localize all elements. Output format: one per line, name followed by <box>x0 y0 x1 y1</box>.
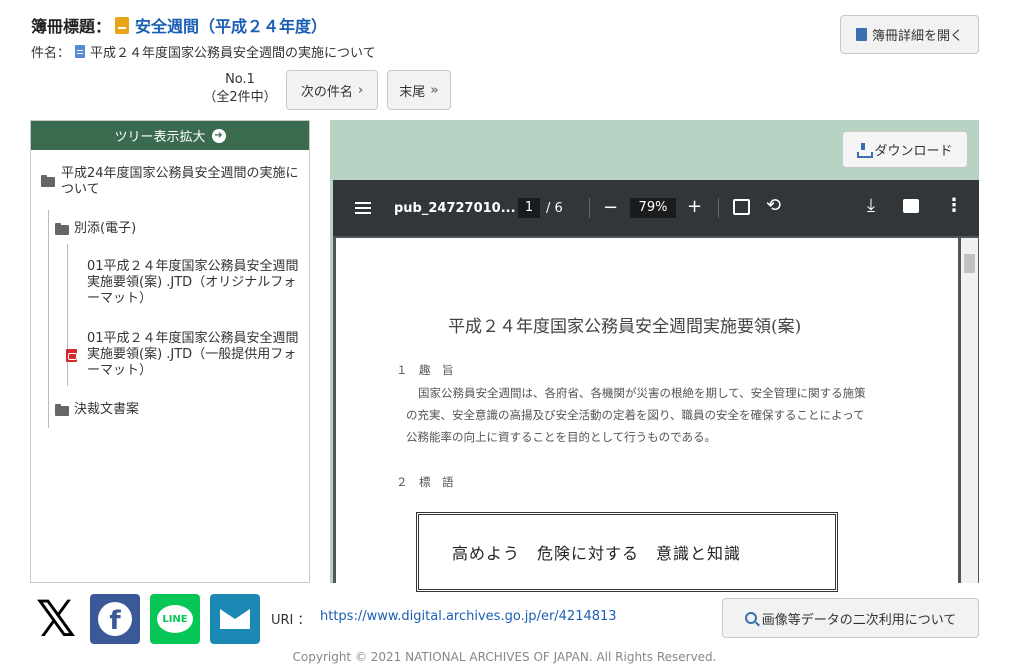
section-1-line-1: 国家公務員安全週間は、各府省、各機関が災害の根絶を期して、安全管理に関する施策 <box>418 386 866 400</box>
tree-item-original-format[interactable]: 01平成２４年度国家公務員安全週間実施要領(案) .JTD（オリジナルフォーマッ… <box>87 259 301 307</box>
rotate-icon[interactable]: ⟲ <box>766 195 781 216</box>
uri-link[interactable]: https://www.digital.archives.go.jp/er/42… <box>320 609 617 624</box>
document-icon <box>75 45 86 58</box>
data-reuse-label: 画像等データの二次利用について <box>761 612 957 628</box>
item-number: No.1 <box>225 72 255 87</box>
toolbar-divider <box>718 198 719 218</box>
vertical-scrollbar[interactable] <box>961 238 978 583</box>
double-chevron-right-icon: » <box>430 82 439 98</box>
expand-tree-label: ツリー表示拡大 <box>114 130 206 145</box>
search-icon <box>744 612 757 624</box>
tree-item-root[interactable]: 平成24年度国家公務員安全週間の実施について <box>61 166 301 198</box>
volume-title-label: 簿冊標題： <box>31 17 112 36</box>
toolbar-divider <box>589 198 590 218</box>
book-icon <box>855 28 867 41</box>
uri-label: URI ： <box>271 613 311 628</box>
section-2-heading: ２ 標 語 <box>396 475 454 489</box>
email-share-icon[interactable] <box>210 594 260 644</box>
expand-tree-button[interactable]: ツリー表示拡大 ➜ <box>31 121 309 150</box>
more-options-icon[interactable]: ⋮ <box>945 195 963 216</box>
last-item-button[interactable]: 末尾 » <box>387 70 451 110</box>
volume-title-value[interactable]: 安全週間（平成２４年度） <box>135 13 327 37</box>
pdf-toolbar: pub_24727010... 1 / 6 − 79% + ⟲ ⤓ ⋮ <box>333 180 979 236</box>
open-volume-detail-label: 簿冊詳細を開く <box>871 29 963 44</box>
facebook-share-icon[interactable]: f <box>90 594 140 644</box>
copyright: Copyright © 2021 NATIONAL ARCHIVES OF JA… <box>292 650 717 664</box>
pdf-file-icon <box>66 349 77 362</box>
print-icon[interactable] <box>903 199 919 213</box>
volume-title: 簿冊標題： 安全週間（平成２４年度） <box>31 13 327 37</box>
folder-open-icon <box>55 404 69 416</box>
chevron-right-icon: › <box>357 82 364 98</box>
folder-open-icon <box>41 175 55 187</box>
data-reuse-button[interactable]: 画像等データの二次利用について <box>722 598 979 638</box>
section-1-line-2: の充実、安全意識の高揚及び安全活動の定着を図り、職員の安全を確保することによって <box>406 408 865 422</box>
download-button[interactable]: ダウンロード <box>842 131 968 168</box>
folder-open-icon <box>55 223 69 235</box>
download-label: ダウンロード <box>874 144 953 159</box>
zoom-level-input[interactable]: 79% <box>630 198 676 218</box>
next-item-label: 次の件名 <box>300 84 353 100</box>
subject-line: 件名： 平成２４年度国家公務員安全週間の実施について <box>31 42 376 61</box>
tree-connector <box>67 244 68 386</box>
book-icon <box>115 16 130 34</box>
page-number-input[interactable]: 1 <box>518 198 540 218</box>
section-1-line-3: 公務能率の向上に資することを目的として行うものである。 <box>406 430 717 444</box>
arrow-right-circle-icon: ➜ <box>211 128 226 143</box>
tree-item-public-format[interactable]: 01平成２４年度国家公務員安全週間実施要領(案) .JTD（一般提供用フォーマッ… <box>87 331 301 379</box>
x-share-icon[interactable]: 𝕏 <box>31 590 81 648</box>
zoom-out-icon[interactable]: − <box>603 197 618 218</box>
scrollbar-thumb[interactable] <box>964 254 975 273</box>
download-icon <box>857 143 874 158</box>
next-item-button[interactable]: 次の件名 › <box>286 70 378 110</box>
item-counter: No.1 （全2件中） <box>200 71 280 107</box>
subject-value: 平成２４年度国家公務員安全週間の実施について <box>90 46 376 61</box>
fit-page-icon[interactable] <box>733 199 750 215</box>
section-1-heading: １ 趣 旨 <box>396 363 454 377</box>
subject-label: 件名： <box>31 46 71 61</box>
item-total: （全2件中） <box>203 90 277 105</box>
page-total: / 6 <box>546 201 563 216</box>
last-item-label: 末尾 <box>399 84 426 100</box>
tree-item-attachments[interactable]: 別添(電子) <box>74 221 136 237</box>
document-title: 平成２４年度国家公務員安全週間実施要領(案) <box>448 317 802 337</box>
tree-item-draft-decision[interactable]: 決裁文書案 <box>74 402 139 418</box>
open-volume-detail-button[interactable]: 簿冊詳細を開く <box>840 15 979 54</box>
pdf-filename: pub_24727010... <box>394 201 516 216</box>
menu-icon[interactable] <box>355 202 371 204</box>
tree-connector <box>48 210 49 428</box>
download-icon[interactable]: ⤓ <box>867 195 875 216</box>
zoom-in-icon[interactable]: + <box>687 196 702 217</box>
line-share-icon[interactable]: LINE <box>150 594 200 644</box>
motto-text: 高めよう 危険に対する 意識と知識 <box>452 544 742 563</box>
